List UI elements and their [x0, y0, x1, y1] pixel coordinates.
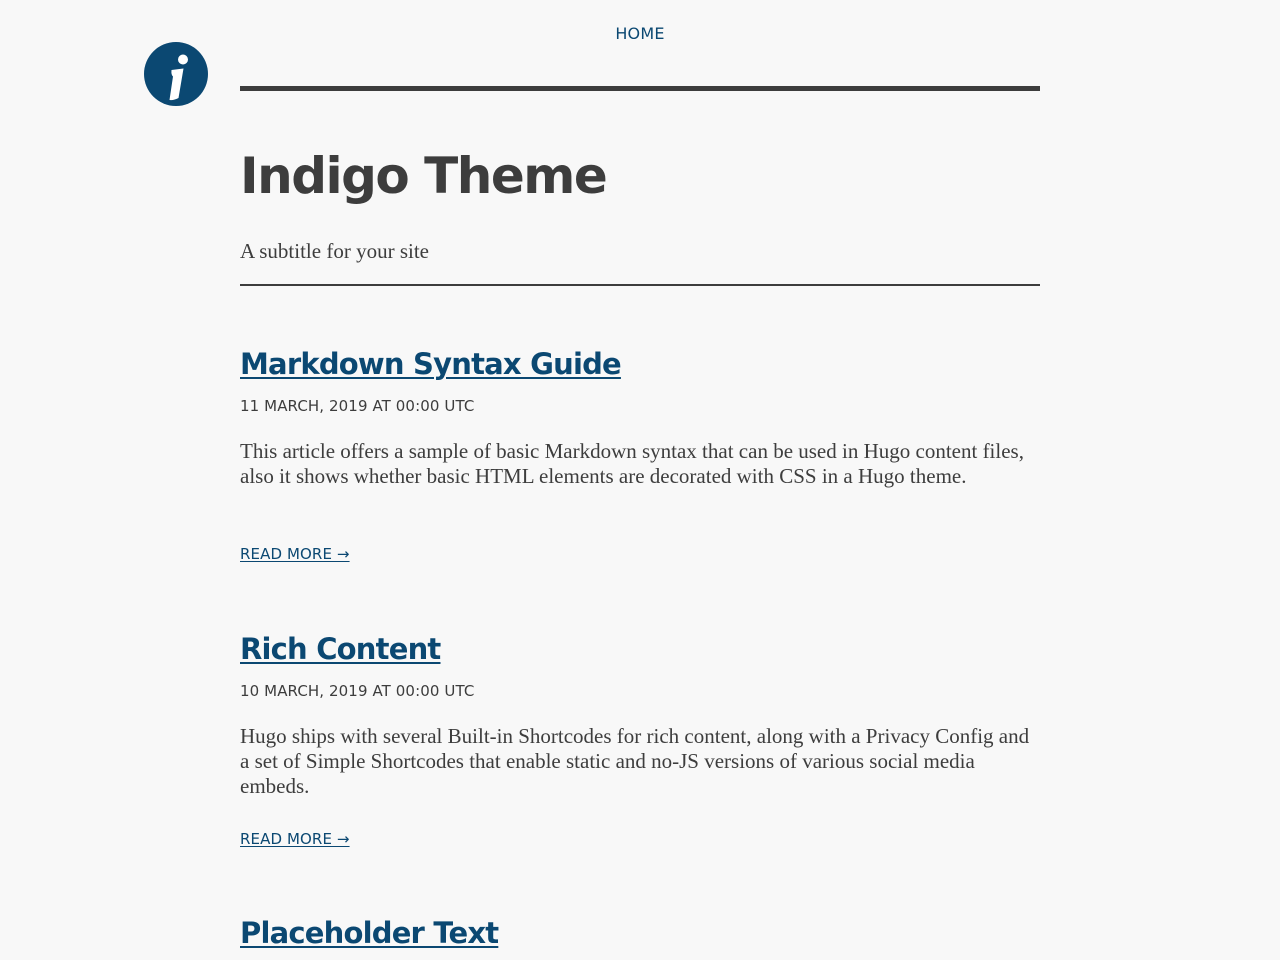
site-subtitle: A subtitle for your site — [240, 239, 429, 263]
header-divider — [240, 86, 1040, 91]
info-icon[interactable] — [144, 42, 208, 106]
site-title: Indigo Theme — [240, 147, 608, 205]
post-title-link[interactable]: Placeholder Text — [240, 916, 499, 950]
post-date: 10 MARCH, 2019 AT 00:00 UTC — [240, 682, 475, 700]
post-title-link[interactable]: Rich Content — [240, 632, 441, 666]
post-summary: This article offers a sample of basic Ma… — [240, 439, 1024, 488]
subtitle-divider — [240, 284, 1040, 286]
main-nav: HOME — [240, 24, 1040, 44]
post-date: 11 MARCH, 2019 AT 00:00 UTC — [240, 397, 475, 415]
post-title: Rich Content — [240, 629, 441, 669]
post-summary: Hugo ships with several Built-in Shortco… — [240, 724, 1030, 798]
post-title-link[interactable]: Markdown Syntax Guide — [240, 347, 622, 381]
post-title: Placeholder Text — [240, 913, 499, 953]
post-title: Markdown Syntax Guide — [240, 344, 622, 384]
read-more-link[interactable]: READ MORE → — [240, 829, 350, 849]
nav-home-link[interactable]: HOME — [615, 24, 664, 43]
read-more-link[interactable]: READ MORE → — [240, 544, 350, 564]
